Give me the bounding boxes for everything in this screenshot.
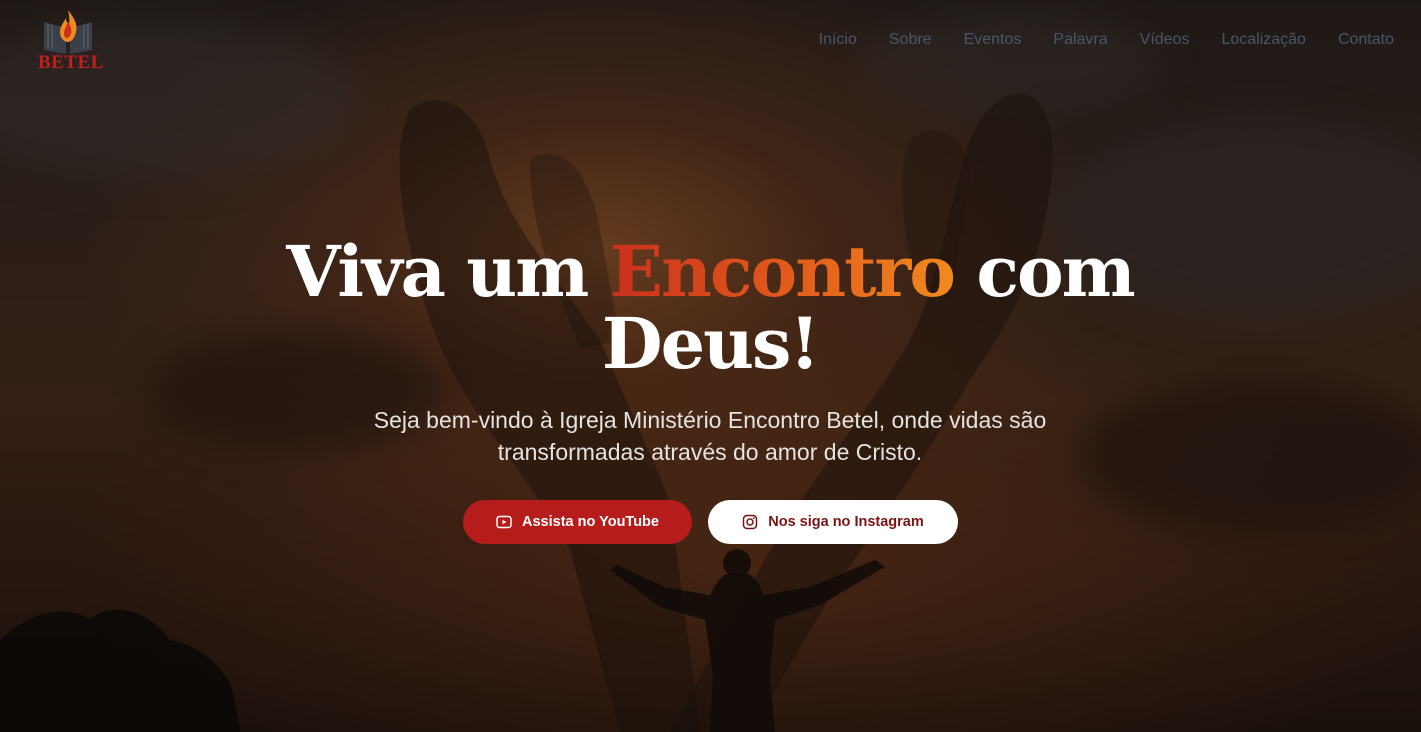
headline-accent: Encontro <box>609 230 956 313</box>
nav-item-sobre[interactable]: Sobre <box>889 30 932 50</box>
headline-part1: Viva um <box>286 230 610 313</box>
main-nav: Início Sobre Eventos Palavra Vídeos Loca… <box>819 30 1394 50</box>
instagram-button-label: Nos siga no Instagram <box>768 514 924 530</box>
nav-item-videos[interactable]: Vídeos <box>1140 30 1190 50</box>
hero-subtitle: Seja bem-vindo à Igreja Ministério Encon… <box>373 407 1047 465</box>
nav-item-palavra[interactable]: Palavra <box>1053 30 1107 50</box>
headline-part2: com <box>954 230 1135 313</box>
nav-item-eventos[interactable]: Eventos <box>964 30 1022 50</box>
logo-text: BETEL <box>38 52 104 73</box>
flame-book-logo-icon <box>44 10 92 54</box>
youtube-button-label: Assista no YouTube <box>522 514 659 530</box>
nav-item-localizacao[interactable]: Localização <box>1221 30 1306 50</box>
youtube-button[interactable]: Assista no YouTube <box>463 500 692 544</box>
nav-item-contato[interactable]: Contato <box>1338 30 1394 50</box>
headline-line2: Deus! <box>601 302 820 385</box>
nav-item-inicio[interactable]: Início <box>819 30 857 50</box>
instagram-icon <box>742 514 758 530</box>
youtube-icon <box>496 515 512 529</box>
instagram-button[interactable]: Nos siga no Instagram <box>708 500 958 544</box>
hero-headline: Viva um Encontro com Deus! <box>260 236 1160 380</box>
church-logo[interactable]: BETEL <box>38 8 104 73</box>
